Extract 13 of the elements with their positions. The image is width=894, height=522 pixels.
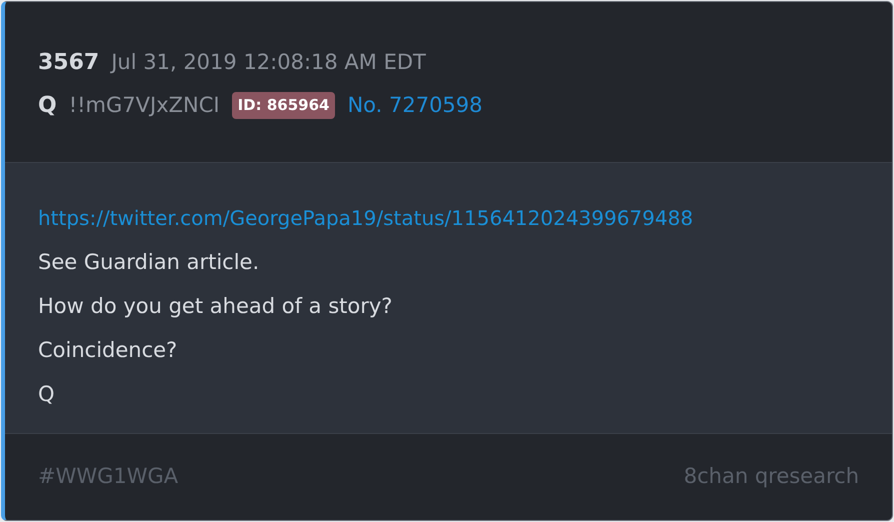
body-text: See Guardian article. [38, 249, 260, 276]
author-name: Q [38, 92, 57, 120]
hashtag: #WWG1WGA [38, 463, 178, 490]
id-badge: ID: 865964 [232, 92, 336, 119]
body-text: Coincidence? [38, 337, 178, 364]
body-text: Q [38, 381, 56, 408]
post-date: Jul 31, 2019 12:08:18 AM EDT [111, 49, 426, 76]
post-number: 3567 [38, 49, 100, 77]
body-text: How do you get ahead of a story? [38, 293, 394, 320]
post-link[interactable]: No. 7270598 [347, 90, 483, 122]
tweet-link[interactable]: https://twitter.com/GeorgePapa19/status/1156412024399679488 [38, 206, 694, 230]
source-label: 8chan qresearch [684, 463, 859, 490]
tripcode: !!mG7VJxZNCI [68, 92, 220, 119]
